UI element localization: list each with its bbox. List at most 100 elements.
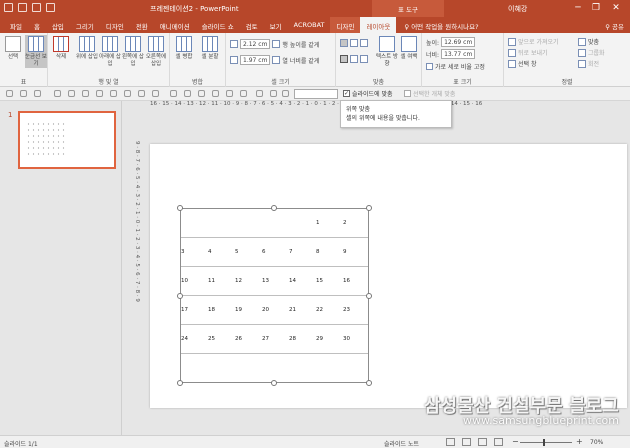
table-cell[interactable]	[180, 208, 207, 238]
tab-insert[interactable]: 삽입	[46, 17, 70, 33]
shape-oval-icon[interactable]	[82, 90, 89, 97]
tab-draw[interactable]: 그리기	[70, 17, 100, 33]
table-cell[interactable]: 1	[315, 208, 342, 238]
table-cell[interactable]	[288, 353, 315, 383]
send-backward-button[interactable]: 뒤로 보내기	[508, 48, 548, 57]
shape-line-icon[interactable]	[54, 90, 61, 97]
table-cell[interactable]: 12	[234, 266, 261, 296]
snap-to-slide-option[interactable]: ✓ 슬라이드에 맞춤	[343, 89, 393, 98]
table-cell[interactable]: 4	[207, 237, 234, 267]
distribute-columns-button[interactable]: 열 너비를 같게	[282, 56, 319, 65]
font-size-field[interactable]	[294, 89, 338, 99]
table-cell[interactable]: 5	[234, 237, 261, 267]
table-cell[interactable]: 11	[207, 266, 234, 296]
tab-acrobat[interactable]: ACROBAT	[288, 17, 331, 33]
table-cell[interactable]: 15	[315, 266, 342, 296]
shape-curve-icon[interactable]	[152, 90, 159, 97]
lock-icon[interactable]	[282, 90, 289, 97]
table-cell[interactable]: 26	[234, 324, 261, 354]
bold-icon[interactable]	[212, 90, 219, 97]
resize-handle-top-left[interactable]	[177, 205, 183, 211]
slide-canvas[interactable]: 1 2 3 4 5 6 7 8 9 10 11 12 13 14 15 16 17 18 19 20 21 22 23 24 2…	[150, 144, 627, 408]
undo-icon[interactable]	[18, 3, 27, 12]
tab-table-layout[interactable]: 레이아웃	[360, 17, 397, 33]
align-middle-icon[interactable]	[350, 55, 358, 63]
shape-rect-icon[interactable]	[68, 90, 75, 97]
shape-callout-icon[interactable]	[124, 90, 131, 97]
tab-review[interactable]: 검토	[240, 17, 264, 33]
resize-handle-bottom-right[interactable]	[366, 380, 372, 386]
tab-design[interactable]: 디자인	[100, 17, 130, 33]
rotate-button[interactable]: 회전	[578, 59, 599, 68]
table-cell[interactable]: 13	[261, 266, 288, 296]
tell-me-search[interactable]: ♀ 어떤 작업을 원하시나요?	[396, 17, 484, 33]
resize-handle-bottom[interactable]	[271, 380, 277, 386]
group-button[interactable]: 그룹화	[578, 48, 605, 57]
table-cell[interactable]: 14	[288, 266, 315, 296]
insert-below-button[interactable]: 아래에 삽입	[99, 35, 121, 68]
row-height-input[interactable]: 2.12 cm	[240, 39, 271, 49]
pen-icon[interactable]	[6, 90, 13, 97]
distribute-rows-button[interactable]: 행 높이를 같게	[282, 40, 319, 49]
select-button[interactable]: 선택	[2, 35, 24, 61]
table-cell[interactable]	[288, 208, 315, 238]
table-cell[interactable]	[342, 353, 369, 383]
table-cell[interactable]	[207, 353, 234, 383]
zoom-out-button[interactable]: −	[512, 438, 519, 446]
resize-handle-bottom-left[interactable]	[177, 380, 183, 386]
align-left-small-icon[interactable]	[256, 90, 263, 97]
tab-home[interactable]: 홈	[28, 17, 46, 33]
slide-sorter-icon[interactable]	[462, 438, 471, 446]
insert-above-button[interactable]: 위에 삽입	[76, 35, 98, 61]
table-cell[interactable]: 25	[207, 324, 234, 354]
shape-arrow-icon[interactable]	[96, 90, 103, 97]
split-cells-button[interactable]: 셀 분할	[199, 35, 221, 61]
insert-right-button[interactable]: 오른쪽에 삽입	[145, 35, 167, 68]
table-cell[interactable]: 6	[261, 237, 288, 267]
tab-transitions[interactable]: 전환	[130, 17, 154, 33]
align-center-small-icon[interactable]	[270, 90, 277, 97]
table-width-input[interactable]: 13.77 cm	[441, 49, 476, 59]
tab-table-design[interactable]: 디자인	[330, 17, 361, 33]
align-top-icon[interactable]	[340, 55, 348, 63]
cell-margins-button[interactable]: 셀 여백	[399, 35, 419, 61]
table-cell[interactable]: 29	[315, 324, 342, 354]
notes-button[interactable]: 슬라이드 노트	[384, 439, 419, 448]
resize-handle-left[interactable]	[177, 293, 183, 299]
zoom-slider-thumb[interactable]	[543, 439, 545, 446]
tab-view[interactable]: 보기	[264, 17, 288, 33]
table-cell[interactable]	[261, 208, 288, 238]
resize-handle-right[interactable]	[366, 293, 372, 299]
merge-cells-button[interactable]: 셀 병합	[173, 35, 195, 61]
tab-animations[interactable]: 애니메이션	[154, 17, 196, 33]
table-cell[interactable]: 18	[207, 295, 234, 325]
table-cell[interactable]	[261, 353, 288, 383]
tab-slideshow[interactable]: 슬라이드 쇼	[196, 17, 240, 33]
slideshow-icon[interactable]	[46, 3, 55, 12]
shape-star-icon[interactable]	[110, 90, 117, 97]
zoom-percentage[interactable]: 70%	[590, 439, 603, 446]
highlighter-icon[interactable]	[20, 90, 27, 97]
table-cell[interactable]: 17	[180, 295, 207, 325]
align-left-icon[interactable]	[340, 39, 348, 47]
table-height-input[interactable]: 12.69 cm	[441, 37, 476, 47]
zoom-slider[interactable]	[520, 442, 572, 443]
calendar-table[interactable]: 1 2 3 4 5 6 7 8 9 10 11 12 13 14 15 16 17 18 19 20 21 22 23 24 2…	[180, 208, 369, 383]
restore-button[interactable]: ❐	[590, 2, 602, 14]
table-cell[interactable]	[180, 353, 207, 383]
normal-view-icon[interactable]	[446, 438, 455, 446]
table-cell[interactable]: 2	[342, 208, 369, 238]
fill-color-icon[interactable]	[170, 90, 177, 97]
view-gridlines-button[interactable]: 눈금선 보기	[25, 35, 47, 68]
table-cell[interactable]	[207, 208, 234, 238]
effects-icon[interactable]	[198, 90, 205, 97]
table-cell[interactable]: 24	[180, 324, 207, 354]
resize-handle-top-right[interactable]	[366, 205, 372, 211]
table-cell[interactable]: 9	[342, 237, 369, 267]
minimize-button[interactable]: ─	[572, 2, 584, 14]
table-cell[interactable]: 7	[288, 237, 315, 267]
table-cell[interactable]: 20	[261, 295, 288, 325]
snap-to-selection-checkbox[interactable]	[404, 90, 411, 97]
slide-thumbnail[interactable]	[18, 111, 116, 169]
table-cell[interactable]: 16	[342, 266, 369, 296]
